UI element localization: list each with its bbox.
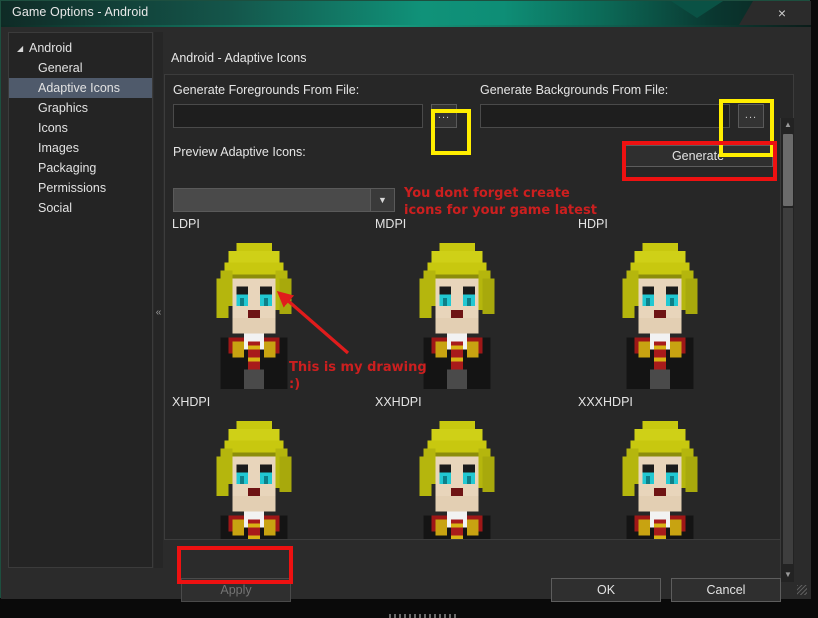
dpi-cell-mdpi: MDPI	[369, 217, 569, 397]
sidebar-item-packaging[interactable]: Packaging	[9, 158, 152, 178]
close-icon[interactable]: ×	[773, 4, 791, 22]
background-browse-button[interactable]: ...	[738, 104, 764, 128]
sidebar-item-icons[interactable]: Icons	[9, 118, 152, 138]
background-file-label: Generate Backgrounds From File:	[480, 83, 669, 97]
sidebar-item-label: Icons	[38, 121, 68, 135]
preview-icons-dropdown[interactable]: ▼	[173, 188, 395, 212]
sidebar-item-android[interactable]: ◢ Android	[9, 38, 152, 58]
dpi-cell-xhdpi: XHDPI	[166, 395, 366, 539]
page-title: Android - Adaptive Icons	[171, 51, 307, 65]
dpi-label: XXXHDPI	[578, 395, 633, 409]
dpi-cell-xxhdpi: XXHDPI	[369, 395, 569, 539]
foreground-file-input[interactable]	[173, 104, 423, 128]
dpi-label: LDPI	[172, 217, 200, 231]
sidebar-item-images[interactable]: Images	[9, 138, 152, 158]
sidebar-item-adaptive-icons[interactable]: Adaptive Icons	[9, 78, 152, 98]
sidebar-item-general[interactable]: General	[9, 58, 152, 78]
sidebar-item-label: Packaging	[38, 161, 97, 175]
preview-adaptive-icons-label: Preview Adaptive Icons:	[173, 145, 306, 159]
collapse-sidebar-icon[interactable]: «	[154, 304, 163, 322]
dialog-window: Game Options - Android × ◢ Android Genera…	[0, 0, 811, 618]
dpi-cell-ldpi: LDPI	[166, 217, 366, 397]
cancel-button[interactable]: Cancel	[671, 578, 781, 602]
generate-button[interactable]: Generate	[623, 145, 773, 167]
titlebar-notch-decoration	[671, 1, 723, 18]
foreground-file-label: Generate Foregrounds From File:	[173, 83, 360, 97]
adaptive-icon-preview	[216, 242, 292, 389]
dialog-body: ◢ Android General Adaptive Icons Graphics…	[1, 27, 811, 618]
ok-button[interactable]: OK	[551, 578, 661, 602]
dpi-label: XXHDPI	[375, 395, 422, 409]
preview-scrollbar[interactable]: ▲ ▼	[780, 118, 794, 582]
foreground-browse-button[interactable]: ...	[431, 104, 457, 128]
scrollbar-thumb[interactable]	[783, 134, 793, 206]
chevron-down-icon[interactable]: ▼	[370, 189, 394, 211]
background-file-input[interactable]	[480, 104, 730, 128]
scroll-down-icon[interactable]: ▼	[781, 568, 795, 582]
sidebar-item-label: Permissions	[38, 181, 107, 195]
dpi-label: XHDPI	[172, 395, 211, 409]
sidebar-item-label: Graphics	[38, 101, 89, 115]
settings-tree: ◢ Android General Adaptive Icons Graphics…	[8, 32, 153, 568]
adaptive-icon-preview	[622, 242, 698, 389]
resize-corner-grip[interactable]	[797, 585, 807, 595]
resize-grip-dots	[389, 614, 459, 618]
content-pane: Android - Adaptive Icons Generate Foregr…	[164, 32, 804, 582]
dpi-cell-hdpi: HDPI	[572, 217, 772, 397]
sidebar-item-permissions[interactable]: Permissions	[9, 178, 152, 198]
adaptive-icon-preview	[622, 420, 698, 539]
dpi-label: MDPI	[375, 217, 407, 231]
sidebar-splitter[interactable]: «	[154, 32, 163, 568]
sidebar-item-label: Android	[29, 41, 73, 55]
sidebar-item-label: Social	[38, 201, 73, 215]
adaptive-icon-preview	[419, 420, 495, 539]
preview-icons-dropdown-value	[174, 189, 370, 211]
sidebar-item-label: Images	[38, 141, 79, 155]
adaptive-icons-group: Generate Foregrounds From File: ... Gene…	[164, 74, 794, 582]
adaptive-icon-preview	[419, 242, 495, 389]
tree-expander-icon[interactable]: ◢	[17, 39, 29, 59]
scroll-up-icon[interactable]: ▲	[781, 118, 795, 132]
sidebar-item-social[interactable]: Social	[9, 198, 152, 218]
sidebar-item-graphics[interactable]: Graphics	[9, 98, 152, 118]
adaptive-icon-preview	[216, 420, 292, 539]
dpi-label: HDPI	[578, 217, 608, 231]
sidebar-item-label: Adaptive Icons	[38, 81, 120, 95]
scrollbar-track[interactable]	[783, 208, 793, 564]
sidebar-item-label: General	[38, 61, 83, 75]
window-title: Game Options - Android	[12, 5, 149, 19]
apply-button[interactable]: Apply	[181, 578, 291, 602]
icon-preview-grid: LDPI MDPI HDPI XHDPI XXHDPI XXXHDPI	[166, 217, 779, 539]
dpi-cell-xxxhdpi: XXXHDPI	[572, 395, 772, 539]
